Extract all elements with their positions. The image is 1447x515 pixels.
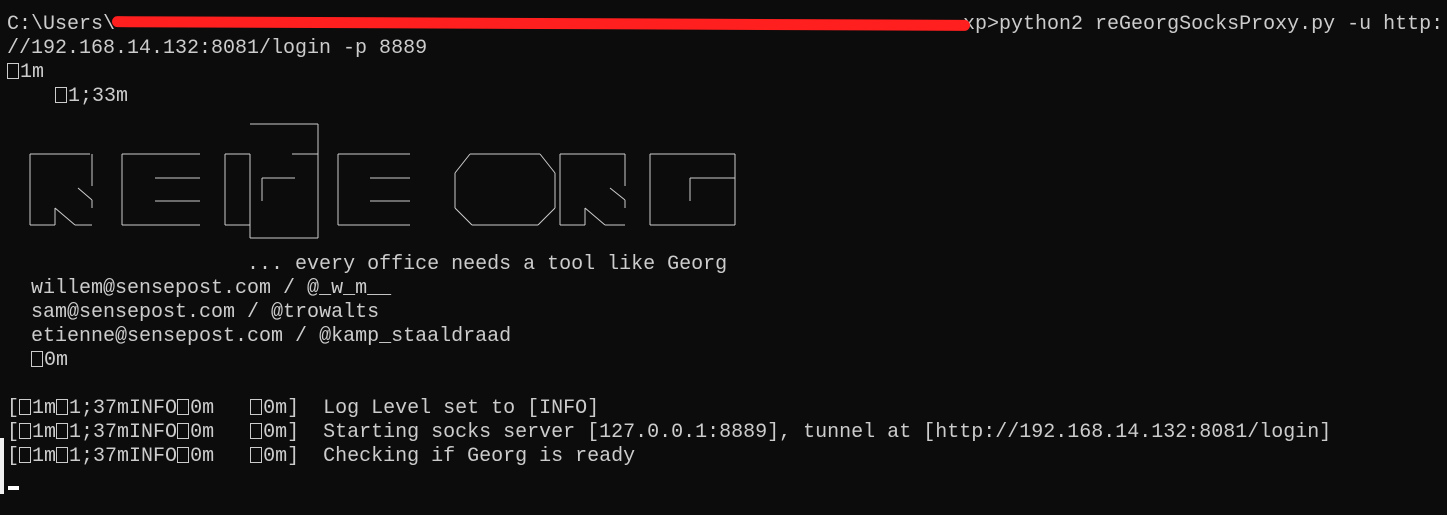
escape-glyph	[55, 87, 68, 103]
credit-line: sam@sensepost.com / @trowalts	[31, 301, 380, 324]
window-edge-marker	[0, 438, 4, 494]
log-message: Checking if Georg is ready	[323, 445, 636, 468]
tagline: ... every office needs a tool like Georg	[247, 253, 728, 276]
escape-line-2: 1;33m	[7, 85, 1447, 109]
terminal-window[interactable]: C:\Users\ xp>python2 reGeorgSocksProxy.py…	[0, 0, 1447, 515]
command-line-wrap: //192.168.14.132:8081/login -p 8889	[7, 37, 428, 60]
escape-code: 0m	[44, 349, 69, 372]
log-message: Starting socks server [127.0.0.1:8889], …	[323, 421, 1332, 444]
credit-line: etienne@sensepost.com / @kamp_staaldraad	[31, 325, 512, 348]
log-message: Log Level set to [INFO]	[323, 397, 600, 420]
escape-line-1: 1m	[7, 61, 1447, 85]
log-line: [1m 1;37mINFO 0m 0m] Checking if Georg is …	[7, 445, 636, 468]
credit-line: willem@sensepost.com / @_w_m__	[31, 277, 392, 300]
command-prefix: C:\Users\	[7, 13, 116, 36]
escape-code: 1;33m	[68, 85, 129, 108]
command-suffix: xp>python2 reGeorgSocksProxy.py -u http:	[963, 13, 1444, 36]
escape-glyph	[31, 351, 44, 367]
escape-code: 1m	[20, 61, 45, 84]
escape-line-3: 0m	[7, 349, 1447, 373]
log-line: [1m 1;37mINFO 0m 0m] Log Level set to [INF…	[7, 397, 600, 420]
log-line: [1m 1;37mINFO 0m 0m] Starting socks server…	[7, 421, 1332, 444]
escape-glyph	[7, 63, 19, 79]
text-cursor	[8, 486, 19, 490]
regeorg-ascii-logo	[29, 123, 736, 239]
